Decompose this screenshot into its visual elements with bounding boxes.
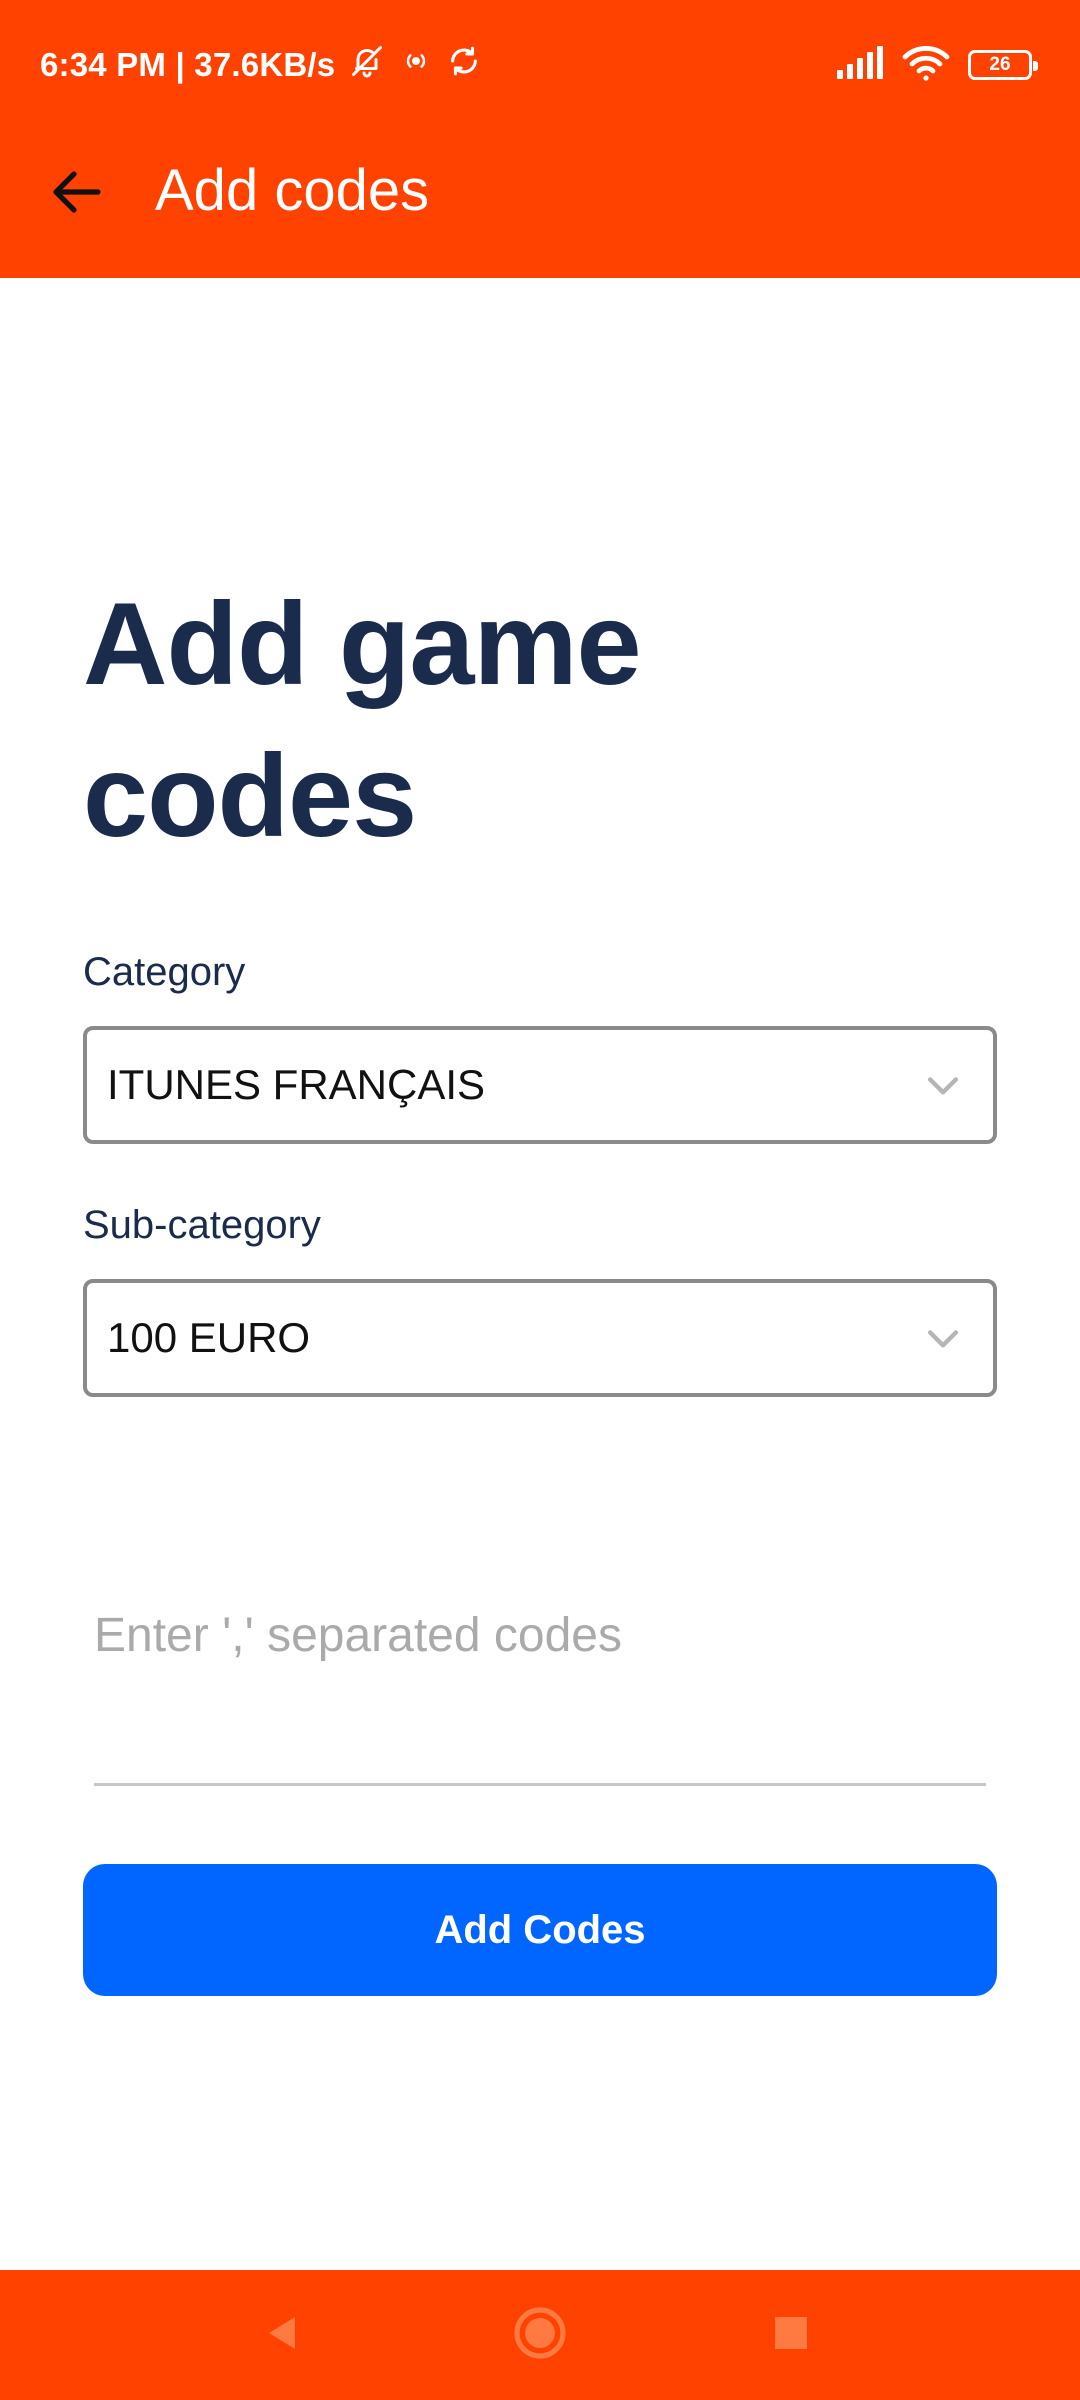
nav-back-button[interactable]: [243, 2295, 323, 2375]
battery-icon: 26: [968, 50, 1038, 80]
home-circle-icon: [513, 2306, 567, 2365]
back-triangle-icon: [263, 2313, 303, 2358]
category-select[interactable]: ITUNES FRANÇAIS: [83, 1026, 997, 1144]
codes-field[interactable]: [94, 1570, 986, 1786]
add-codes-button[interactable]: Add Codes: [83, 1864, 997, 1996]
app-bar: Add codes: [0, 130, 1080, 278]
status-time-speed: 6:34 PM | 37.6KB/s: [40, 46, 336, 83]
arrow-left-icon: [50, 169, 102, 220]
bell-muted-icon: [349, 42, 385, 88]
status-right: 26: [836, 40, 1038, 90]
subcategory-select[interactable]: 100 EURO: [83, 1279, 997, 1397]
hotspot-icon: [399, 46, 433, 84]
subcategory-value: 100 EURO: [107, 1314, 311, 1361]
sync-icon: [447, 44, 481, 86]
top-bar: 6:34 PM | 37.6KB/s 26 Add codes: [0, 0, 1080, 278]
codes-input-underline: [94, 1783, 986, 1786]
signal-icon: [836, 45, 884, 85]
navigation-bar: [0, 2270, 1080, 2400]
category-label: Category: [83, 950, 246, 994]
add-codes-button-label: Add Codes: [434, 1907, 646, 1952]
app-bar-title: Add codes: [155, 157, 430, 223]
page-heading: Add game codes: [83, 578, 642, 861]
category-value: ITUNES FRANÇAIS: [107, 1061, 486, 1108]
subcategory-label: Sub-category: [83, 1203, 321, 1247]
chevron-down-icon: [921, 1316, 965, 1360]
chevron-down-icon: [921, 1063, 965, 1107]
nav-home-button[interactable]: [500, 2295, 580, 2375]
screen: 6:34 PM | 37.6KB/s 26 Add codes Add game…: [0, 0, 1080, 2400]
battery-level: 26: [989, 54, 1011, 75]
back-button[interactable]: [30, 148, 122, 240]
nav-recents-button[interactable]: [751, 2295, 831, 2375]
recents-square-icon: [773, 2315, 809, 2356]
status-bar: 6:34 PM | 37.6KB/s 26: [0, 0, 1080, 130]
status-left: 6:34 PM | 37.6KB/s: [40, 40, 481, 90]
wifi-icon: [902, 44, 950, 87]
codes-input[interactable]: [94, 1570, 986, 1700]
